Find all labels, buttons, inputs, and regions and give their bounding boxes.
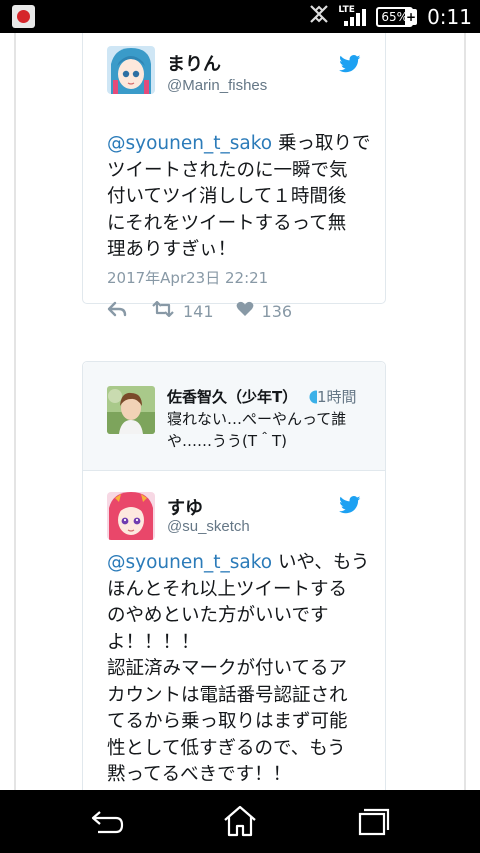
tweet-card[interactable]: まりん @Marin_fishes @syounen_t_sako 乗っ取りで …	[82, 33, 386, 321]
verified-icon	[309, 390, 323, 404]
recent-apps-icon	[358, 808, 390, 836]
home-icon	[224, 805, 256, 837]
parent-display-name[interactable]: 佐香智久（少年T）	[167, 386, 297, 407]
tweet-card[interactable]: 佐香智久（少年T） 1時間 寝れない…ぺーやんって誰 や……うう(T＾T) すゆ…	[82, 361, 386, 790]
app-notification-icon	[12, 5, 35, 28]
avatar[interactable]	[107, 386, 155, 434]
display-name[interactable]: すゆ	[167, 494, 203, 520]
back-button[interactable]	[88, 804, 128, 840]
tweet-body: いや、もう ほんとそれ以上ツイートする のやめといた方がいいです よ！！！！ 認…	[107, 552, 370, 785]
twitter-bird-icon[interactable]	[339, 496, 361, 514]
retweet-count: 141	[183, 301, 214, 321]
display-name[interactable]: まりん	[167, 50, 221, 76]
tweet-text: @syounen_t_sako 乗っ取りで ツイートされたのに一瞬で気 付いてツ…	[107, 131, 377, 264]
parent-timestamp: 1時間	[309, 386, 357, 407]
home-button[interactable]	[220, 804, 260, 840]
charging-plus-icon: +	[405, 8, 418, 25]
mention-link[interactable]: @syounen_t_sako	[107, 552, 272, 573]
tweet-date[interactable]: 2017年Apr23日 22:21	[107, 267, 268, 288]
reply-button[interactable]	[107, 301, 127, 321]
heart-icon	[236, 301, 254, 321]
retweet-button[interactable]: 141	[151, 300, 214, 321]
user-handle[interactable]: @Marin_fishes	[167, 77, 267, 94]
left-rail	[14, 33, 16, 790]
battery-icon: 65% +	[376, 6, 418, 27]
right-rail	[464, 33, 466, 790]
signal-icon: LTE	[338, 5, 367, 28]
clock: 0:11	[427, 4, 472, 29]
vibrate-off-icon	[308, 3, 330, 30]
navigation-bar	[0, 790, 480, 853]
retweet-icon	[151, 300, 175, 321]
like-button[interactable]: 136	[236, 301, 293, 321]
parent-tweet-text: 寝れない…ぺーやんって誰 や……うう(T＾T)	[167, 410, 347, 450]
recent-apps-button[interactable]	[352, 804, 392, 840]
parent-time-text: 1時間	[317, 388, 357, 406]
parent-tweet[interactable]: 佐香智久（少年T） 1時間 寝れない…ぺーやんって誰 や……うう(T＾T)	[83, 362, 385, 471]
twitter-bird-icon[interactable]	[339, 55, 361, 73]
tweet-actions: 141 136	[107, 300, 293, 321]
status-icons: LTE 65% + 0:11	[308, 0, 472, 33]
user-handle[interactable]: @su_sketch	[167, 518, 250, 535]
back-icon	[91, 811, 124, 834]
reply-icon	[107, 301, 127, 321]
mention-link[interactable]: @syounen_t_sako	[107, 133, 272, 154]
avatar[interactable]	[107, 492, 155, 540]
avatar[interactable]	[107, 46, 155, 94]
tweet-text: @syounen_t_sako いや、もう ほんとそれ以上ツイートする のやめと…	[107, 550, 377, 790]
content-area[interactable]: まりん @Marin_fishes @syounen_t_sako 乗っ取りで …	[0, 33, 480, 790]
like-count: 136	[261, 301, 293, 321]
status-bar: LTE 65% + 0:11	[0, 0, 480, 33]
